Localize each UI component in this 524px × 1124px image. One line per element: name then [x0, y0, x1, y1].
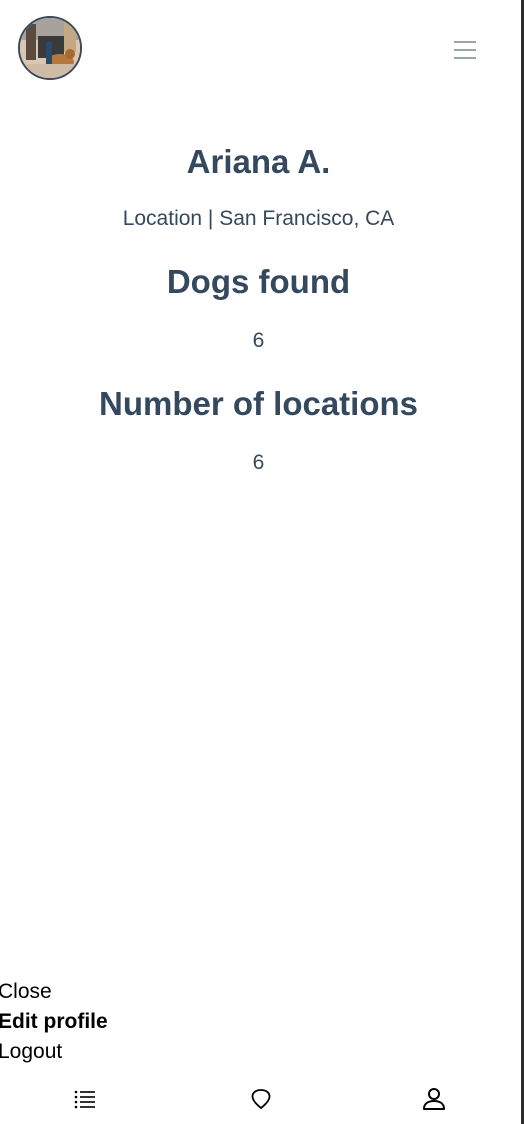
- dogs-found-value: 6: [252, 329, 265, 352]
- menu-line: [454, 49, 476, 51]
- profile-name: Ariana A.: [186, 143, 331, 180]
- close-menu-item[interactable]: Close: [0, 977, 220, 1007]
- profile-location: Location | San Francisco, CA: [122, 207, 395, 230]
- edit-profile-menu-item[interactable]: Edit profile: [0, 1007, 220, 1037]
- avatar[interactable]: [18, 16, 82, 80]
- menu-line: [454, 41, 476, 43]
- avatar-photo: [20, 18, 80, 78]
- map-pin-icon[interactable]: [248, 1086, 274, 1112]
- list-icon[interactable]: [72, 1086, 98, 1112]
- dogs-found-heading: Dogs found: [166, 263, 351, 300]
- bottom-nav: [0, 1074, 521, 1124]
- logout-menu-item[interactable]: Logout: [0, 1037, 220, 1067]
- locations-heading: Number of locations: [98, 385, 419, 422]
- profile-section: Ariana A. Location | San Francisco, CA D…: [0, 140, 517, 478]
- hamburger-menu-icon[interactable]: [452, 37, 478, 63]
- locations-value: 6: [252, 451, 265, 474]
- menu-line: [454, 57, 476, 59]
- user-icon[interactable]: [421, 1086, 447, 1112]
- profile-menu: Close Edit profile Logout: [0, 977, 220, 1067]
